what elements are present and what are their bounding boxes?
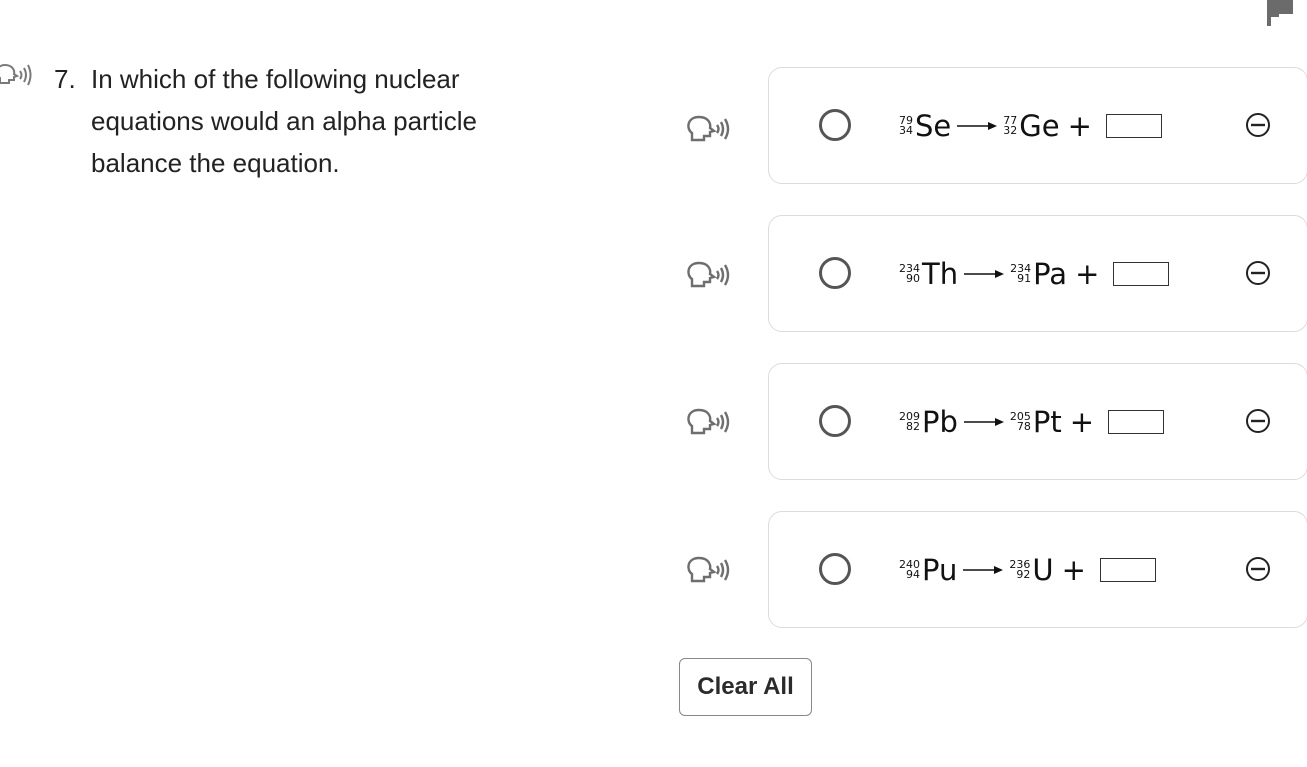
reaction-arrow-icon — [964, 270, 1005, 278]
text-to-speech-icon[interactable] — [686, 553, 734, 587]
question-text: In which of the following nuclear equati… — [91, 64, 477, 178]
reactant-nuclide: 240 94 Pu — [899, 555, 957, 585]
reactant-atomic-number: 90 — [906, 272, 920, 285]
blank-particle-box — [1099, 558, 1156, 582]
reactant-nuclide: 234 90 Th — [899, 259, 958, 289]
nuclear-equation: 79 34 Se 77 32 Ge + — [899, 104, 1162, 148]
product-symbol: Pa — [1033, 257, 1068, 291]
option-radio-button[interactable] — [819, 553, 851, 585]
nuclear-equation: 240 94 Pu 236 92 U + — [899, 548, 1156, 592]
blank-particle-box — [1105, 114, 1162, 138]
answer-option-card-2[interactable]: 234 90 Th 234 91 Pa + — [768, 215, 1307, 332]
text-to-speech-icon[interactable] — [0, 61, 34, 89]
product-symbol: Ge — [1019, 109, 1060, 143]
reaction-arrow-icon — [957, 122, 998, 130]
answer-option-card-3[interactable]: 209 82 Pb 205 78 Pt + — [768, 363, 1307, 480]
plus-sign: + — [1075, 257, 1100, 291]
product-nuclide: 234 91 Pa — [1010, 259, 1067, 289]
reactant-nuclide: 79 34 Se — [899, 111, 951, 141]
answer-option-card-1[interactable]: 79 34 Se 77 32 Ge + — [768, 67, 1307, 184]
reaction-arrow-icon — [963, 418, 1004, 426]
plus-sign: + — [1061, 553, 1086, 587]
product-atomic-number: 78 — [1016, 420, 1031, 433]
nuclear-equation: 234 90 Th 234 91 Pa + — [899, 252, 1170, 296]
eliminate-option-icon[interactable] — [1245, 556, 1271, 582]
eliminate-option-icon[interactable] — [1245, 260, 1271, 286]
eliminate-option-icon[interactable] — [1245, 408, 1271, 434]
reactant-symbol: Se — [915, 109, 952, 143]
nuclear-equation: 209 82 Pb 205 78 Pt + — [899, 400, 1165, 444]
question-number: 7. — [54, 64, 76, 94]
product-atomic-number: 91 — [1017, 272, 1032, 285]
product-atomic-number: 32 — [1003, 124, 1018, 137]
text-to-speech-icon[interactable] — [686, 405, 734, 439]
clear-all-button[interactable]: Clear All — [679, 658, 812, 716]
plus-sign: + — [1067, 109, 1092, 143]
product-atomic-number: 92 — [1016, 568, 1031, 581]
eliminate-option-icon[interactable] — [1245, 112, 1271, 138]
text-to-speech-icon[interactable] — [686, 258, 734, 292]
reactant-atomic-number: 94 — [906, 568, 920, 581]
blank-particle-box — [1108, 410, 1165, 434]
option-radio-button[interactable] — [819, 405, 851, 437]
reactant-symbol: Pb — [922, 405, 958, 439]
reactant-nuclide: 209 82 Pb — [899, 407, 958, 437]
product-nuclide: 77 32 Ge — [1003, 111, 1059, 141]
reactant-symbol: Th — [922, 257, 959, 291]
text-to-speech-icon[interactable] — [686, 112, 734, 146]
plus-sign: + — [1069, 405, 1095, 439]
reactant-atomic-number: 82 — [906, 420, 920, 433]
reactant-atomic-number: 34 — [899, 124, 913, 137]
product-symbol: Pt — [1032, 405, 1062, 439]
reactant-symbol: Pu — [922, 553, 958, 587]
product-symbol: U — [1032, 553, 1054, 587]
option-radio-button[interactable] — [819, 109, 851, 141]
flag-icon[interactable] — [1267, 0, 1293, 26]
product-nuclide: 205 78 Pt — [1010, 407, 1062, 437]
blank-particle-box — [1113, 262, 1170, 286]
reaction-arrow-icon — [963, 566, 1004, 574]
product-nuclide: 236 92 U — [1009, 555, 1053, 585]
option-radio-button[interactable] — [819, 257, 851, 289]
answer-option-card-4[interactable]: 240 94 Pu 236 92 U + — [768, 511, 1307, 628]
